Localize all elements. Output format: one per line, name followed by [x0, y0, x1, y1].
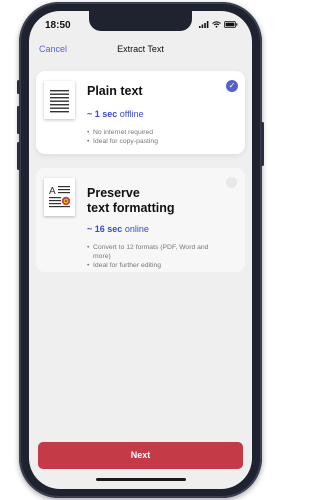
option-timing: ~ 1 sec offline [87, 109, 144, 119]
list-item: Ideal for copy-pasting [87, 137, 237, 146]
svg-text:A: A [49, 186, 56, 197]
wifi-icon [212, 21, 221, 28]
option-preserve-formatting[interactable]: A Preserve text formatting ~ 16 sec onli… [36, 168, 245, 272]
option-title: Plain text [87, 84, 143, 98]
list-item: Convert to 12 formats (PDF, Word and mor… [87, 243, 212, 261]
status-icons [199, 21, 238, 28]
checkmark-selected-icon[interactable]: ✓ [226, 80, 238, 92]
notch [89, 11, 192, 31]
list-item: No internet required [87, 128, 237, 137]
option-bullets: Convert to 12 formats (PDF, Word and mor… [87, 243, 212, 270]
option-title-line2: text formatting [87, 201, 175, 215]
phone-frame: 18:50 Cancel Extract Text Plain text ~ 1… [17, 2, 264, 498]
plain-text-doc-icon [44, 81, 75, 119]
status-time: 18:50 [45, 20, 71, 31]
radio-unselected-icon[interactable] [226, 177, 237, 188]
option-duration: ~ 16 sec [87, 224, 123, 234]
signal-icon [199, 21, 209, 28]
option-duration: ~ 1 sec [87, 109, 118, 119]
option-plain-text[interactable]: Plain text ~ 1 sec offline No internet r… [36, 71, 245, 154]
option-mode: offline [119, 109, 144, 119]
home-indicator [96, 478, 186, 481]
battery-icon [224, 21, 238, 28]
volume-up-button [17, 106, 20, 134]
volume-down-button [17, 142, 20, 170]
list-item: Ideal for further editing [87, 261, 212, 270]
screen: 18:50 Cancel Extract Text Plain text ~ 1… [29, 11, 252, 489]
nav-bar: Cancel Extract Text [29, 42, 252, 60]
mute-switch [17, 80, 20, 94]
option-mode: online [124, 224, 149, 234]
option-title-line1: Preserve [87, 186, 140, 200]
page-title: Extract Text [117, 44, 164, 54]
next-button[interactable]: Next [38, 442, 243, 469]
power-button [261, 122, 264, 166]
option-bullets: No internet required Ideal for copy-past… [87, 128, 237, 146]
option-timing: ~ 16 sec online [87, 224, 149, 234]
formatted-doc-icon: A [44, 178, 75, 216]
